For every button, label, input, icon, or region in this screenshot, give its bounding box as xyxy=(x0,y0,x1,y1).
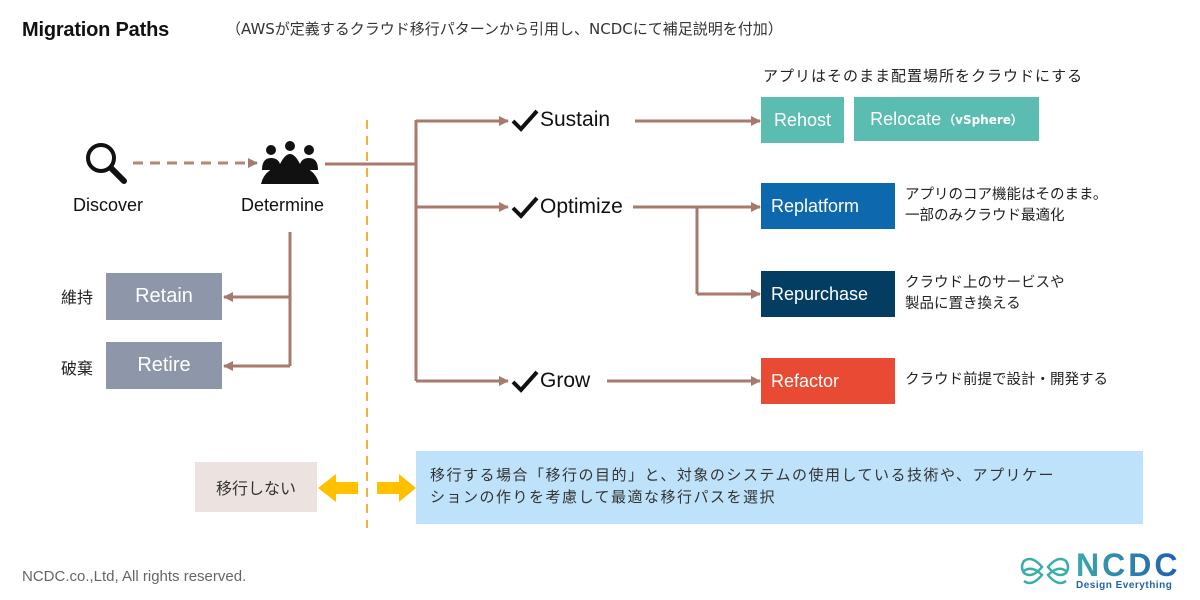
magnifier-icon xyxy=(86,143,127,184)
strategy-optimize: Optimize xyxy=(511,195,623,219)
retain-label: Retain xyxy=(135,285,193,307)
checkmark-icon xyxy=(511,196,539,219)
strategy-sustain-label: Sustain xyxy=(540,108,611,131)
right-yellow-arrow-icon xyxy=(377,474,416,502)
footer-copyright: NCDC.co.,Ltd, All rights reserved. xyxy=(22,568,247,585)
strategy-grow: Grow xyxy=(511,369,590,393)
replatform-note-line1: アプリのコア機能はそのまま。 xyxy=(905,187,1108,203)
repurchase-note-line2: 製品に置き換える xyxy=(905,296,1021,312)
ncdc-logo-tagline: Design Everything xyxy=(1076,580,1173,591)
relocate-box[interactable]: Relocate （vSphere） xyxy=(854,97,1039,141)
rehost-box[interactable]: Rehost xyxy=(761,97,844,143)
repurchase-box[interactable]: Repurchase xyxy=(761,271,895,317)
checkmark-icon xyxy=(511,370,539,393)
relocate-label: Relocate xyxy=(870,108,942,129)
refactor-note: クラウド前提で設計・開発する xyxy=(905,372,1108,388)
strategy-grow-label: Grow xyxy=(540,369,591,392)
ncdc-logo-text: NCDC xyxy=(1076,547,1181,583)
strategy-optimize-label: Optimize xyxy=(540,195,623,218)
retain-box[interactable]: Retain xyxy=(106,273,222,320)
replatform-note: アプリのコア機能はそのまま。 一部のみクラウド最適化 xyxy=(905,185,1107,227)
rehost-label: Rehost xyxy=(773,109,832,130)
refactor-label: Refactor xyxy=(771,370,840,391)
discover-label: Discover xyxy=(73,195,144,215)
left-yellow-arrow-icon xyxy=(318,474,358,502)
sustain-note: アプリはそのまま配置場所をクラウドにする xyxy=(763,67,1084,85)
retire-box[interactable]: Retire xyxy=(106,342,222,389)
checkmark-icon xyxy=(511,109,539,132)
retire-jp-label: 破棄 xyxy=(61,359,94,378)
refactor-box[interactable]: Refactor xyxy=(761,358,895,404)
migration-info-line1: 移行する場合「移行の目的」と、対象のシステムの使用している技術や、アプリケー xyxy=(430,466,1056,484)
determine-label: Determine xyxy=(241,195,325,215)
repurchase-note: クラウド上のサービスや 製品に置き換える xyxy=(905,273,1065,315)
relocate-sub-label: （vSphere） xyxy=(943,112,1023,127)
retain-jp-label: 維持 xyxy=(61,288,94,307)
retire-label: Retire xyxy=(137,354,191,376)
replatform-label: Replatform xyxy=(771,195,860,216)
repurchase-label: Repurchase xyxy=(771,283,869,304)
replatform-note-line2: 一部のみクラウド最適化 xyxy=(905,208,1065,224)
strategy-sustain: Sustain xyxy=(511,108,610,132)
ncdc-logo: NCDC Design Everything xyxy=(1020,547,1181,591)
no-migration-box: 移行しない xyxy=(195,462,317,512)
ncdc-logo-mark-icon xyxy=(1020,557,1070,584)
migration-info-line2: ションの作りを考慮して最適な移行パスを選択 xyxy=(430,488,777,506)
people-group-icon xyxy=(261,141,319,184)
repurchase-note-line1: クラウド上のサービスや xyxy=(905,275,1065,291)
migration-info-box: 移行する場合「移行の目的」と、対象のシステムの使用している技術や、アプリケー シ… xyxy=(416,451,1143,524)
replatform-box[interactable]: Replatform xyxy=(761,183,895,229)
